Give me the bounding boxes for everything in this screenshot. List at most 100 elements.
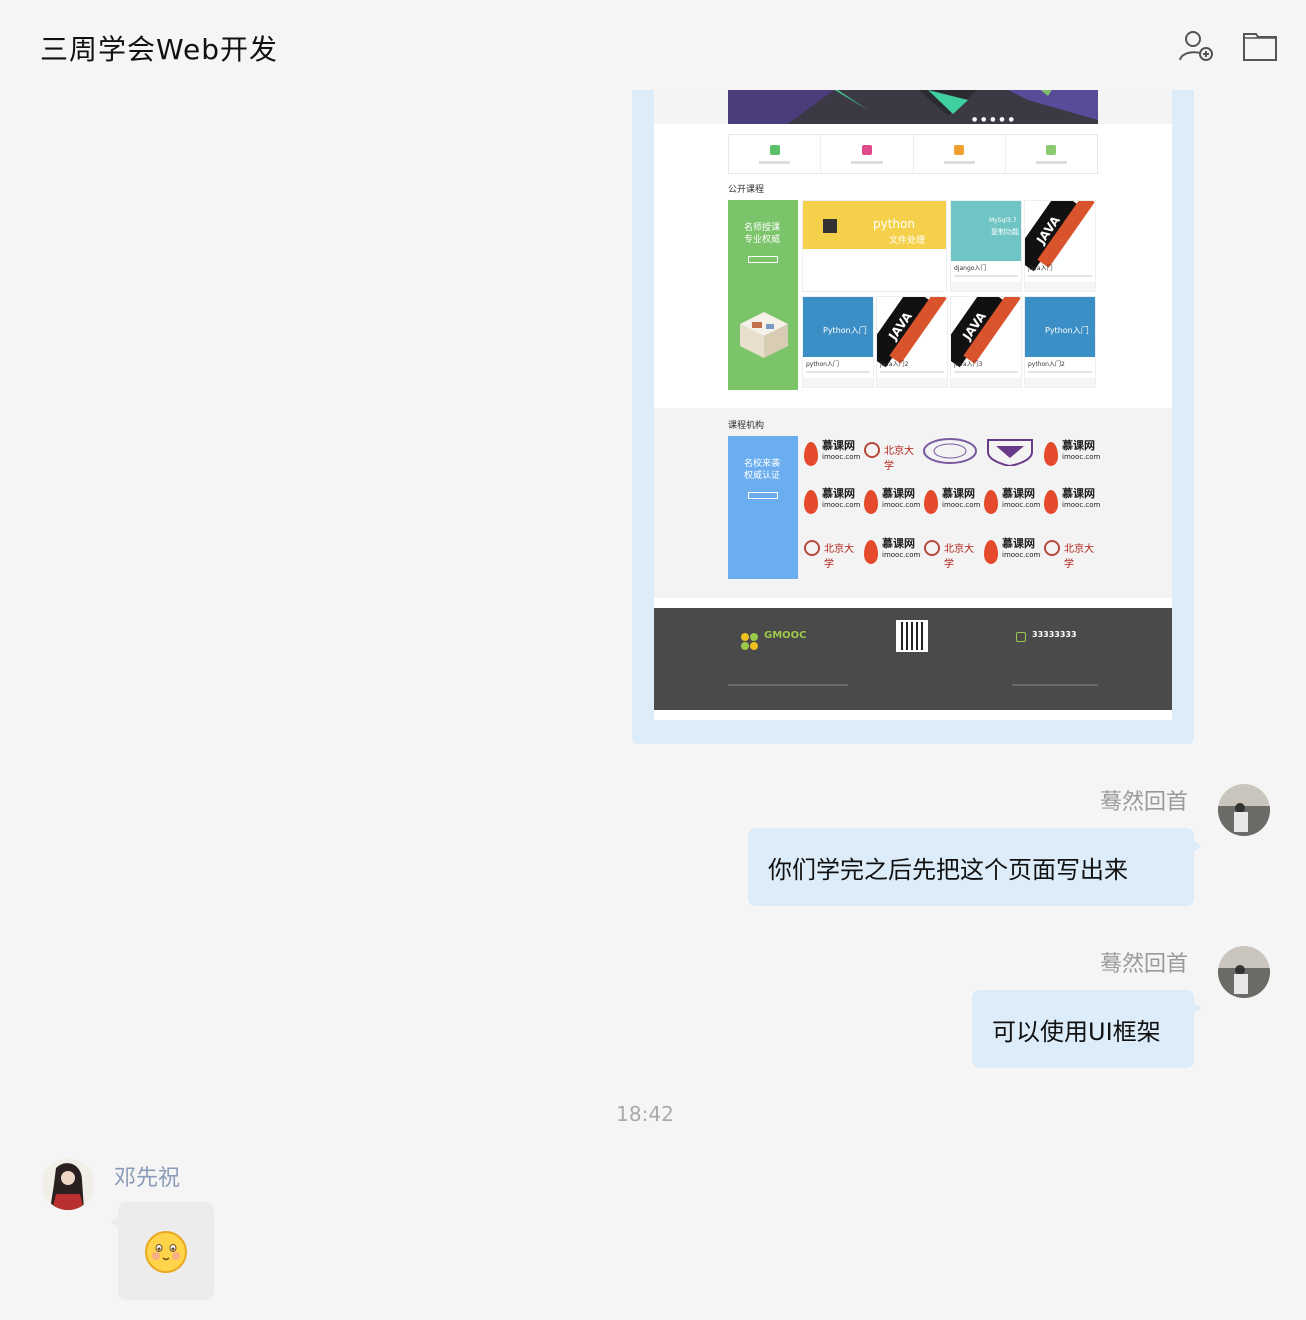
chat-title: 三周学会Web开发 [40,33,279,66]
org-logo-pku[interactable]: 北京大学 [922,534,980,578]
avatar-photo [1218,946,1270,998]
phone-icon [1016,632,1026,642]
carousel-dots[interactable]: ● ● ● ● ● [972,116,1015,123]
org-logo-imooc[interactable]: 慕课网 imooc.com [922,484,980,528]
course-title: java入门2 [880,361,909,368]
org-logo-pku[interactable]: 北京大学 [862,436,920,480]
course-footer [951,282,1021,291]
avatar-photo [1218,784,1270,836]
course-footer [951,378,1021,387]
promo-line: 专业权威 [744,235,781,245]
course-card[interactable]: MySql3.7 复制功能 django入门 [950,200,1022,292]
thumb-label: Python入门 [823,326,867,335]
sender-name: 邓先祝 [114,1166,181,1191]
org-logo-pku[interactable]: 北京大学 [1042,534,1100,578]
image-message[interactable]: ● ● ● ● ● 公开课程 名师授课 专业权威 python 文件处理 MyS… [632,80,1194,744]
message-list[interactable]: ● ● ● ● ● 公开课程 名师授课 专业权威 python 文件处理 MyS… [0,80,1306,1320]
avatar[interactable] [1218,946,1270,998]
thumb-label: Python入门 [1045,326,1089,335]
add-member-icon[interactable] [1178,28,1214,64]
avatar-photo [42,1158,94,1210]
org-logo-imooc[interactable]: 慕课网 imooc.com [802,436,860,480]
org-logo-pku[interactable]: 北京大学 [802,534,860,578]
site-footer: GMOOC 33333333 [654,608,1172,710]
org-logo-imooc[interactable]: 慕课网 imooc.com [802,484,860,528]
promo-card-schools: 名校来袭 权威认证 [728,436,798,579]
python-sub: 文件处理 [889,236,926,246]
promo-button[interactable] [748,256,778,263]
message-text: 可以使用UI框架 [992,1017,1161,1046]
course-thumb: JAVA [1025,201,1095,261]
java-label: JAVA [1033,213,1063,247]
promo-line: 名师授课 [744,223,781,233]
message-bubble[interactable]: 可以使用UI框架 [972,990,1202,1068]
course-card[interactable]: Python入门 python入门2 [1024,296,1096,388]
course-card[interactable]: python 文件处理 [802,200,947,292]
emoji-bubble[interactable] [110,1202,214,1300]
feature-item [1006,135,1097,173]
course-title: python入门 [806,361,839,368]
footer-phone: 33333333 [1032,630,1077,639]
course-thumb: Python入门 [803,297,873,357]
footer-brand: GMOOC [764,630,807,641]
chat-header: 三周学会Web开发 [0,0,1306,90]
course-meta [1028,275,1092,277]
course-meta [806,371,870,373]
org-logo-crest[interactable] [982,436,1040,480]
website-screenshot[interactable]: ● ● ● ● ● 公开课程 名师授课 专业权威 python 文件处理 MyS… [654,80,1172,720]
feature-strip [728,134,1098,174]
course-card[interactable]: JAVA java入门 [1024,200,1096,292]
org-logo-imooc[interactable]: 慕课网 imooc.com [982,534,1040,578]
house-illustration [740,312,788,358]
feature-item [729,135,822,173]
avatar[interactable] [1218,784,1270,836]
footer-copyright-right [1012,684,1098,686]
seal-icon [923,438,977,464]
course-card[interactable]: JAVA java入门2 [876,296,948,388]
mysql-sub: 复制功能 [991,228,1019,236]
org-logo-imooc[interactable]: 慕课网 imooc.com [982,484,1040,528]
course-meta [954,371,1018,373]
timestamp: 18:42 [616,1102,674,1126]
course-card[interactable]: Python入门 python入门 [802,296,874,388]
sender-name: 蓦然回首 [1099,790,1188,815]
course-title: java入门3 [954,361,983,368]
avatar[interactable] [42,1158,94,1210]
course-title: python入门2 [1028,361,1065,368]
course-meta [880,371,944,373]
course-thumb: JAVA [951,297,1021,357]
footer-copyright [728,684,848,686]
feature-item [821,135,914,173]
course-card[interactable]: JAVA java入门3 [950,296,1022,388]
message-text: 你们学完之后先把这个页面写出来 [768,855,1128,884]
course-footer [1025,378,1095,387]
course-thumb: JAVA [877,297,947,357]
org-logo-imooc[interactable]: 慕课网 imooc.com [1042,484,1100,528]
emoji-face-icon [145,1231,187,1273]
course-thumb: Python入门 [1025,297,1095,357]
qr-code [896,620,928,652]
section-open-courses: 公开课程 [728,185,765,195]
course-footer [877,378,947,387]
message-bubble[interactable]: 你们学完之后先把这个页面写出来 [748,828,1202,906]
feature-item [914,135,1006,173]
org-logo-imooc[interactable]: 慕课网 imooc.com [1042,436,1100,480]
course-title: java入门 [1028,265,1053,272]
org-logo-seal[interactable] [922,436,980,480]
org-logo-imooc[interactable]: 慕课网 imooc.com [862,484,920,528]
course-meta [954,275,1018,277]
sender-name: 蓦然回首 [1099,952,1188,977]
course-title: django入门 [954,265,987,272]
promo-line: 权威认证 [744,471,781,481]
promo-line: 名校来袭 [744,459,781,469]
crest-icon [987,439,1033,468]
mysql-label: MySql3.7 [989,217,1017,224]
promo-button[interactable] [748,492,778,499]
clover-logo-icon [741,633,758,650]
folder-icon[interactable] [1242,28,1278,64]
course-meta [1028,371,1092,373]
org-logo-imooc[interactable]: 慕课网 imooc.com [862,534,920,578]
promo-card-teachers: 名师授课 专业权威 [728,200,798,390]
code-block-icon [823,219,837,233]
course-thumb: python 文件处理 [803,201,946,249]
